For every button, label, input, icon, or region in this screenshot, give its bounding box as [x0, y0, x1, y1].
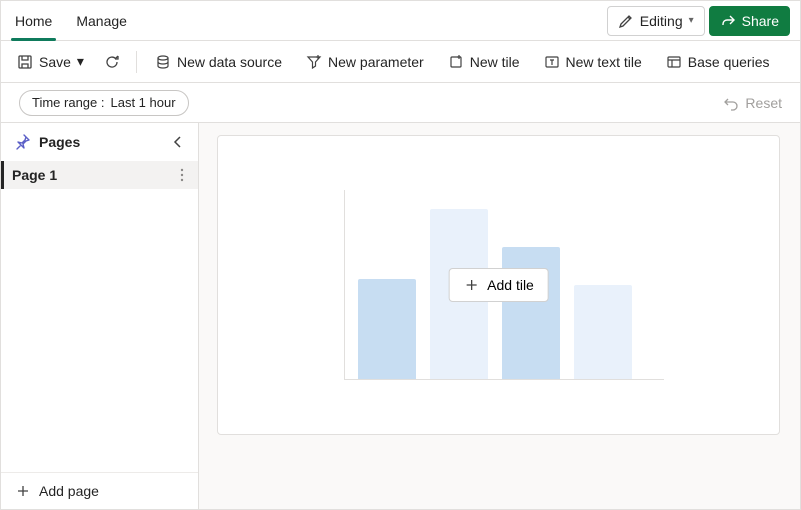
- time-range-value: Last 1 hour: [111, 95, 176, 110]
- tab-bar: Home Manage Editing ▾ Share: [1, 1, 800, 41]
- share-label: Share: [742, 13, 779, 29]
- tab-home[interactable]: Home: [11, 1, 56, 40]
- tab-manage[interactable]: Manage: [72, 1, 131, 40]
- chevron-left-icon: [170, 134, 186, 150]
- reset-button[interactable]: Reset: [723, 95, 782, 111]
- collapse-sidebar-button[interactable]: [170, 134, 186, 150]
- new-parameter-button[interactable]: New parameter: [300, 47, 430, 77]
- tabs-group: Home Manage: [11, 1, 131, 40]
- page-item-label: Page 1: [12, 167, 57, 183]
- share-button[interactable]: Share: [709, 6, 790, 36]
- canvas-area: Add tile: [199, 123, 800, 509]
- undo-icon: [723, 95, 739, 111]
- add-tile-label: Add tile: [487, 277, 534, 293]
- axis-x: [344, 379, 664, 380]
- new-text-tile-button[interactable]: New text tile: [538, 47, 648, 77]
- save-label: Save: [39, 54, 71, 70]
- queries-icon: [666, 54, 682, 70]
- tab-home-label: Home: [15, 13, 52, 29]
- pages-title: Pages: [39, 134, 80, 150]
- axis-y: [344, 190, 345, 380]
- time-range-label: Time range :: [32, 95, 105, 110]
- time-range-pill[interactable]: Time range : Last 1 hour: [19, 90, 189, 116]
- plus-icon: [463, 277, 479, 293]
- divider: [136, 51, 137, 73]
- placeholder-bar: [574, 285, 632, 380]
- add-page-label: Add page: [39, 483, 99, 499]
- page-item[interactable]: Page 1: [1, 161, 198, 189]
- pages-header: Pages: [1, 123, 198, 161]
- share-icon: [720, 13, 736, 29]
- add-page-button[interactable]: Add page: [1, 472, 198, 509]
- base-queries-button[interactable]: Base queries: [660, 47, 776, 77]
- new-tile-button[interactable]: New tile: [442, 47, 526, 77]
- database-icon: [155, 54, 171, 70]
- empty-chart-placeholder: Add tile: [344, 190, 654, 380]
- new-data-source-button[interactable]: New data source: [149, 47, 288, 77]
- new-tile-label: New tile: [470, 54, 520, 70]
- toolbar: Save ▾ New data source New parameter: [1, 41, 800, 83]
- page-item-more-button[interactable]: [176, 168, 188, 182]
- app-root: Home Manage Editing ▾ Share: [0, 0, 801, 510]
- new-parameter-label: New parameter: [328, 54, 424, 70]
- placeholder-bar: [358, 279, 416, 379]
- pages-sidebar: Pages Page 1 Add page: [1, 123, 199, 509]
- placeholder-bar: [502, 247, 560, 379]
- parameter-row: Time range : Last 1 hour Reset: [1, 83, 800, 123]
- text-tile-icon: [544, 54, 560, 70]
- more-vertical-icon: [180, 168, 184, 182]
- reset-label: Reset: [745, 95, 782, 111]
- dashboard-canvas[interactable]: Add tile: [217, 135, 780, 435]
- tab-manage-label: Manage: [76, 13, 127, 29]
- body: Pages Page 1 Add page: [1, 123, 800, 509]
- add-tile-button[interactable]: Add tile: [448, 268, 549, 302]
- tile-plus-icon: [448, 54, 464, 70]
- save-group: Save ▾: [11, 47, 124, 77]
- pages-pin-icon: [13, 133, 31, 151]
- save-icon: [17, 54, 33, 70]
- save-button[interactable]: Save ▾: [11, 47, 90, 77]
- refresh-button[interactable]: [100, 47, 124, 77]
- filter-plus-icon: [306, 54, 322, 70]
- page-list: Page 1: [1, 161, 198, 472]
- refresh-icon: [104, 54, 120, 70]
- pencil-icon: [618, 13, 634, 29]
- plus-icon: [15, 483, 31, 499]
- new-text-tile-label: New text tile: [566, 54, 642, 70]
- base-queries-label: Base queries: [688, 54, 770, 70]
- chevron-down-icon: ▾: [77, 53, 84, 70]
- new-data-source-label: New data source: [177, 54, 282, 70]
- editing-mode-button[interactable]: Editing ▾: [607, 6, 705, 36]
- chevron-down-icon: ▾: [689, 15, 694, 26]
- editing-label: Editing: [640, 13, 683, 29]
